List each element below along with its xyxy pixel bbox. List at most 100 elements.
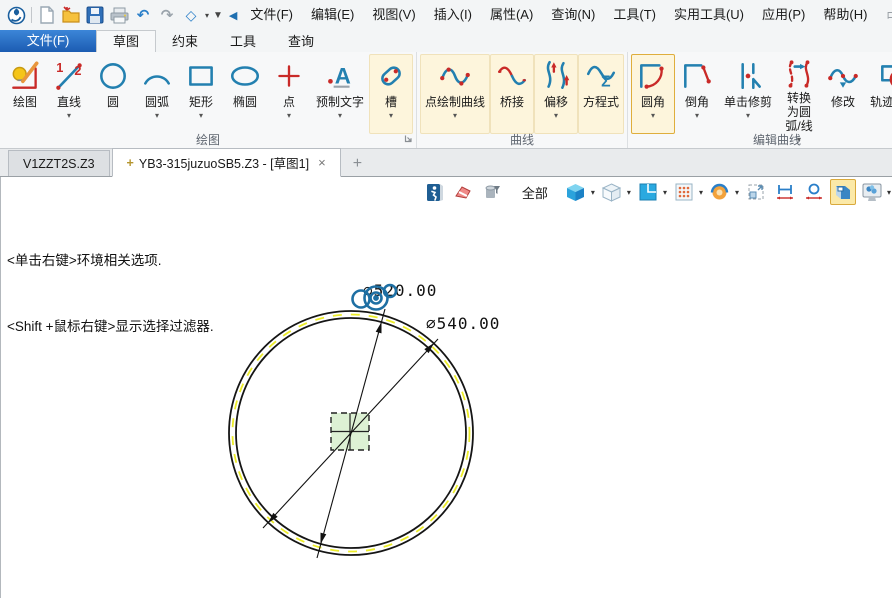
fillet-icon	[636, 57, 670, 95]
collapse-menu-icon[interactable]: ◀	[229, 9, 237, 22]
button-label: 点绘制曲线	[425, 95, 485, 109]
dropdown-arrow-icon[interactable]: ▾	[155, 111, 159, 121]
undo-icon[interactable]: ↶	[132, 4, 154, 26]
dropdown-arrow-icon[interactable]: ▾	[554, 111, 558, 121]
group-label-curve: 曲线	[417, 133, 627, 148]
ribbon-group-curve: 点绘制曲线 ▾ 桥接 偏移 ▾ Σ 方程式	[417, 52, 628, 148]
modified-indicator: +	[127, 156, 134, 170]
dimension-540-label: ∅540.00	[426, 314, 500, 333]
dialog-launcher-icon[interactable]	[404, 131, 413, 146]
menu-edit[interactable]: 编辑(E)	[302, 0, 363, 30]
dropdown-arrow-icon[interactable]: ▾	[651, 111, 655, 121]
point-curve-button[interactable]: 点绘制曲线 ▾	[420, 54, 490, 134]
circle-button[interactable]: 圆	[91, 54, 135, 134]
menu-utilities[interactable]: 实用工具(U)	[665, 0, 753, 30]
dropdown-arrow-icon[interactable]: ▾	[453, 111, 457, 121]
offset-button[interactable]: 偏移 ▾	[534, 54, 578, 134]
line-button[interactable]: 12 直线 ▾	[47, 54, 91, 134]
document-tab-active[interactable]: + YB3-315juzuoSB5.Z3 - [草图1] ×	[112, 148, 341, 177]
dropdown-arrow-icon[interactable]: ▾	[67, 111, 71, 121]
menu-view[interactable]: 视图(V)	[363, 0, 424, 30]
ribbon-group-edit-curve: 圆角 ▾ 倒角 ▾ 单击修剪 ▾ 转换为圆弧/	[628, 52, 892, 148]
button-label: 修改	[831, 95, 855, 109]
button-label: 直线	[57, 95, 81, 109]
menu-attributes[interactable]: 属性(A)	[481, 0, 542, 30]
ellipse-icon	[228, 57, 262, 95]
selection-dropdown-icon[interactable]: ▾	[205, 11, 209, 20]
ribbon-tab-inquire[interactable]: 查询	[272, 31, 330, 52]
zw3d-window: ↶ ↷ ◇ ▾ ▼ ◀ 文件(F) 编辑(E) 视图(V) 插入(I) 属性(A…	[0, 0, 892, 598]
chamfer-button[interactable]: 倒角 ▾	[675, 54, 719, 134]
menu-help[interactable]: 帮助(H)	[814, 0, 876, 30]
button-label: 圆弧	[145, 95, 169, 109]
dropdown-arrow-icon[interactable]: ▾	[287, 111, 291, 121]
button-label: 预制文字	[316, 95, 364, 109]
ribbon-tab-tools[interactable]: 工具	[214, 31, 272, 52]
dropdown-arrow-icon[interactable]: ▾	[338, 111, 342, 121]
draw-button[interactable]: 绘图	[3, 54, 47, 134]
ribbon-tab-bar: 文件(F) 草图 约束 工具 查询	[0, 30, 892, 52]
dropdown-arrow-icon[interactable]: ▾	[199, 111, 203, 121]
ribbon-file-tab[interactable]: 文件(F)	[0, 30, 96, 52]
button-label: 方程式	[583, 95, 619, 109]
modify-button[interactable]: 修改	[821, 54, 865, 134]
svg-text:1: 1	[56, 60, 63, 75]
sketch-drawing[interactable]: ∅520.00 ∅540.00	[1, 177, 892, 598]
new-tab-button[interactable]: +	[343, 151, 372, 176]
menu-file[interactable]: 文件(F)	[241, 0, 302, 30]
button-label: 点	[283, 95, 295, 109]
toolbar-expand-icon[interactable]: ▼	[213, 10, 223, 21]
convert-arc-line-button[interactable]: 转换为圆弧/线 ▾	[777, 54, 821, 134]
draw-icon	[8, 57, 42, 95]
save-icon[interactable]	[84, 4, 106, 26]
rectangle-button[interactable]: 矩形 ▾	[179, 54, 223, 134]
menu-insert[interactable]: 插入(I)	[425, 0, 481, 30]
menu-inquire[interactable]: 查询(N)	[542, 0, 604, 30]
new-document-icon[interactable]	[36, 4, 58, 26]
button-label: 轨迹轮廓	[870, 95, 892, 109]
document-tab-label: V1ZZT2S.Z3	[23, 157, 95, 171]
svg-text:Σ: Σ	[601, 74, 611, 91]
dropdown-arrow-icon[interactable]: ▾	[389, 111, 393, 121]
equation-button[interactable]: Σ 方程式	[578, 54, 624, 134]
ready-text-icon: A	[323, 57, 357, 95]
trace-profile-button[interactable]: 轨迹轮廓 ▾	[865, 54, 892, 134]
chamfer-icon	[680, 57, 714, 95]
point-curve-icon	[438, 57, 472, 95]
fillet-button[interactable]: 圆角 ▾	[631, 54, 675, 134]
menu-tools[interactable]: 工具(T)	[604, 0, 665, 30]
toolbar-separator	[31, 7, 32, 23]
ribbon-tab-sketch[interactable]: 草图	[96, 30, 156, 52]
button-label: 圆	[107, 95, 119, 109]
group-label-edit-curve: 编辑曲线	[628, 133, 892, 148]
print-icon[interactable]	[108, 4, 130, 26]
rectangle-icon	[184, 57, 218, 95]
trace-profile-icon	[877, 57, 892, 95]
line-icon: 12	[52, 57, 86, 95]
redo-icon[interactable]: ↷	[156, 4, 178, 26]
menu-bar: ↶ ↷ ◇ ▾ ▼ ◀ 文件(F) 编辑(E) 视图(V) 插入(I) 属性(A…	[0, 0, 892, 30]
ribbon-tab-constraint[interactable]: 约束	[156, 31, 214, 52]
document-tab-inactive[interactable]: V1ZZT2S.Z3	[8, 150, 110, 176]
slot-button[interactable]: 槽 ▾	[369, 54, 413, 134]
button-label: 倒角	[685, 95, 709, 109]
button-label: 偏移	[544, 95, 568, 109]
dropdown-arrow-icon[interactable]: ▾	[695, 111, 699, 121]
close-tab-icon[interactable]: ×	[318, 155, 326, 170]
svg-text:2: 2	[74, 63, 81, 78]
open-file-icon[interactable]	[60, 4, 82, 26]
ready-text-button[interactable]: A 预制文字 ▾	[311, 54, 369, 134]
menu-applications[interactable]: 应用(P)	[753, 0, 814, 30]
ellipse-button[interactable]: 椭圆	[223, 54, 267, 134]
point-button[interactable]: 点 ▾	[267, 54, 311, 134]
offset-icon	[539, 57, 573, 95]
bridge-button[interactable]: 桥接	[490, 54, 534, 134]
dropdown-arrow-icon[interactable]: ▾	[746, 111, 750, 121]
svg-text:A: A	[335, 63, 351, 88]
arc-button[interactable]: 圆弧 ▾	[135, 54, 179, 134]
drawing-canvas[interactable]: 全部 ▾ ▾ ▾ ▾ ▾	[0, 177, 892, 598]
one-click-trim-button[interactable]: 单击修剪 ▾	[719, 54, 777, 134]
selection-shape-icon[interactable]: ◇	[180, 4, 202, 26]
center-reference-block[interactable]	[331, 413, 369, 450]
arc-icon	[140, 57, 174, 95]
